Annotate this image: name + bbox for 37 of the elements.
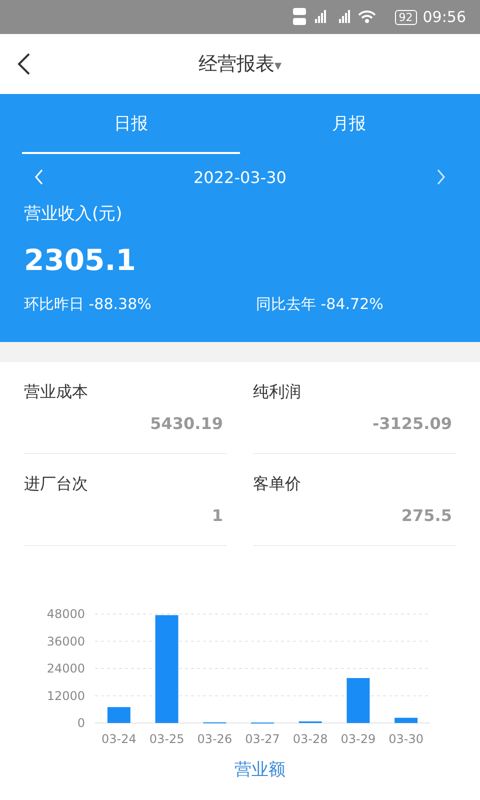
metric-value: 275.5 (401, 506, 452, 525)
axis-tick-label: 03-29 (340, 732, 376, 746)
comparison-text: 同比去年 -84.72% (255, 295, 384, 314)
revenue-label: 营业收入(元) (23, 203, 124, 225)
axis-tick-label: 03-27 (245, 732, 280, 746)
axis-tick-label: 03-30 (388, 732, 424, 746)
axis-tick-label: 24000 (46, 662, 85, 676)
axis-tick-label: 03-26 (197, 732, 232, 746)
axis-tick-label: 12000 (46, 688, 85, 703)
clock-time: 09:56 (422, 8, 466, 26)
battery-indicator: 92 (394, 10, 417, 24)
back-icon[interactable] (17, 53, 31, 75)
metric-label: 客单价 (253, 474, 302, 495)
bar (394, 718, 418, 723)
comparison-text: 环比昨日 -88.38% (24, 295, 152, 314)
axis-tick-label: 0 (77, 716, 85, 730)
bar (107, 707, 130, 723)
metric-label: 纯利润 (253, 382, 302, 403)
tab[interactable]: 日报 (22, 94, 240, 154)
axis-tick-label: 36000 (46, 634, 85, 648)
tab[interactable]: 月报 (240, 94, 458, 154)
metric-label: 营业成本 (24, 382, 89, 403)
metric-value: 1 (212, 506, 223, 525)
axis-tick-label: 03-24 (102, 732, 136, 746)
next-icon[interactable] (436, 169, 446, 185)
metric-value: 5430.19 (150, 414, 223, 433)
page-title[interactable]: 经营报表▾ (198, 51, 282, 77)
axis-tick-label: 48000 (46, 607, 85, 621)
axis-tick-label: 03-28 (292, 732, 328, 746)
revenue-value: 2305.1 (23, 243, 137, 277)
bar (346, 678, 370, 723)
legend-label: 营业额 (234, 760, 286, 780)
metric-value: -3125.09 (372, 414, 452, 433)
metric-label: 进厂台次 (24, 474, 89, 495)
previous-icon[interactable] (34, 169, 44, 185)
axis-tick-label: 03-25 (149, 732, 184, 746)
date-label[interactable]: 2022-03-30 (194, 168, 286, 186)
